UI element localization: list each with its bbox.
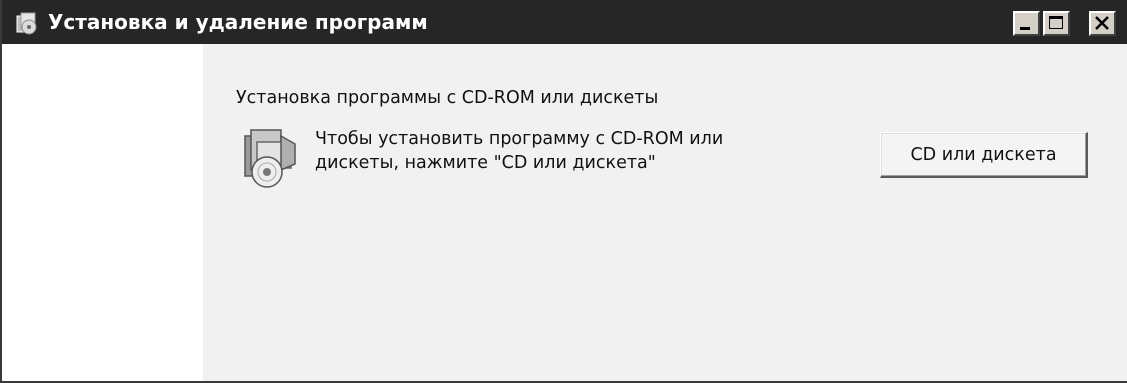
maximize-icon — [1049, 16, 1063, 29]
close-button[interactable] — [1089, 11, 1116, 36]
add-remove-programs-window: Установка и удаление программ Установка … — [0, 0, 1127, 383]
description-line-2: дискеты, нажмите "CD или дискета" — [315, 153, 656, 173]
minimize-icon — [1020, 27, 1030, 30]
window-title: Установка и удаление программ — [48, 10, 428, 34]
maximize-button[interactable] — [1043, 11, 1070, 36]
minimize-button[interactable] — [1013, 11, 1040, 36]
install-panel: Установка программы с CD-ROM или дискеты… — [203, 44, 1127, 381]
add-remove-programs-icon — [14, 10, 40, 36]
close-icon — [1095, 16, 1109, 30]
description-line-1: Чтобы установить программу с CD-ROM или — [315, 129, 724, 149]
left-navigation-pane — [2, 44, 203, 381]
cd-install-icon — [237, 124, 305, 190]
title-bar[interactable]: Установка и удаление программ — [2, 0, 1127, 44]
section-title: Установка программы с CD-ROM или дискеты — [236, 88, 659, 108]
cd-or-floppy-button[interactable]: CD или дискета — [880, 132, 1088, 178]
install-description: Чтобы установить программу с CD-ROM или … — [315, 127, 835, 175]
